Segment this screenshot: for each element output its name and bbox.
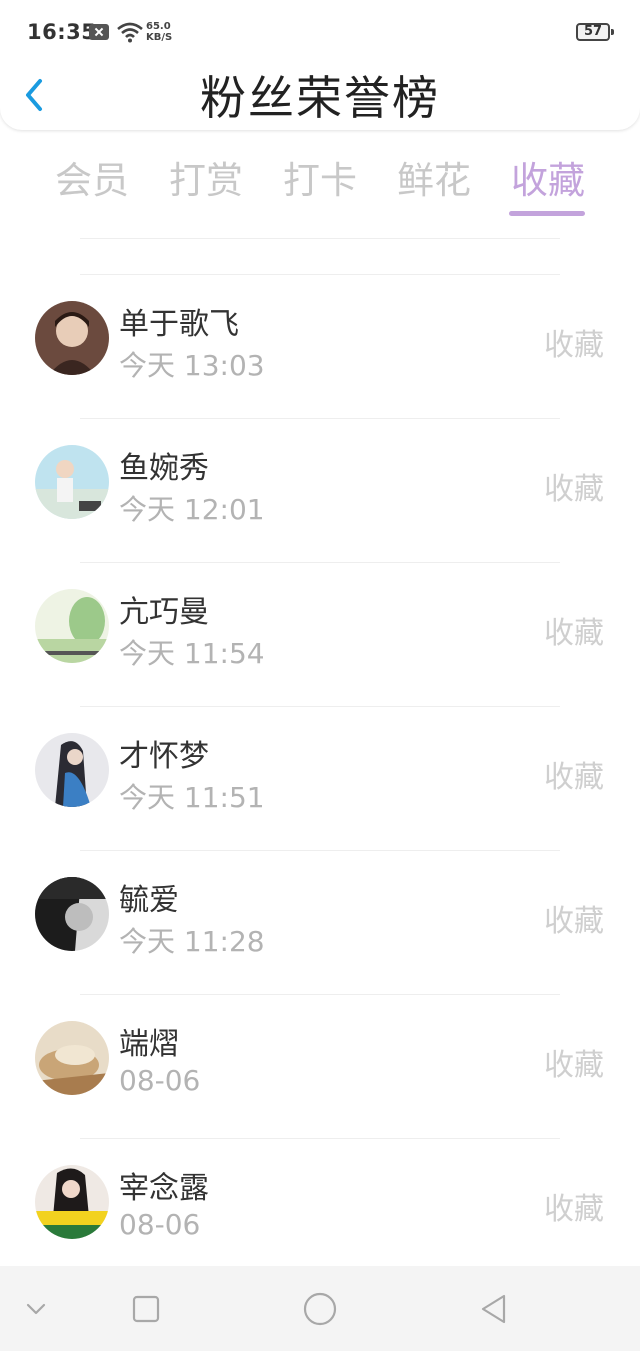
tab-checkin[interactable]: 打卡 — [263, 150, 377, 204]
status-bar: 16:35 65.0 KB/S 57 — [0, 0, 640, 62]
fan-time: 今天 11:51 — [119, 781, 265, 814]
avatar — [35, 1165, 109, 1239]
fan-time: 08-06 — [119, 1208, 201, 1241]
fan-name: 端熠 — [119, 1027, 179, 1062]
fan-action-label: 收藏 — [544, 472, 604, 507]
fan-time: 今天 12:01 — [119, 493, 265, 526]
avatar — [35, 301, 109, 375]
fan-time: 08-06 — [119, 1064, 201, 1097]
fan-name: 单于歌飞 — [119, 307, 239, 342]
status-time: 16:35 — [27, 20, 97, 44]
avatar — [35, 733, 109, 807]
tab-flowers[interactable]: 鲜花 — [377, 150, 491, 204]
list-item[interactable]: 毓爱 今天 11:28 收藏 — [0, 850, 640, 994]
list-item[interactable]: 单于歌飞 今天 13:03 收藏 — [0, 274, 640, 418]
list-item[interactable]: 端熠 08-06 收藏 — [0, 994, 640, 1138]
category-tabs: 会员 打赏 打卡 鲜花 收藏 — [35, 150, 605, 220]
square-icon[interactable] — [130, 1293, 162, 1325]
list-item[interactable]: 才怀梦 今天 11:51 收藏 — [0, 706, 640, 850]
fan-time: 今天 13:03 — [119, 349, 265, 382]
avatar — [35, 589, 109, 663]
list-item[interactable]: 鱼婉秀 今天 12:01 收藏 — [0, 418, 640, 562]
fan-action-label: 收藏 — [544, 1048, 604, 1083]
fan-time: 今天 11:28 — [119, 925, 265, 958]
system-nav-bar — [0, 1266, 640, 1351]
fan-name: 毓爱 — [119, 883, 179, 918]
fan-action-label: 收藏 — [544, 904, 604, 939]
avatar — [35, 877, 109, 951]
fan-name: 宰念露 — [119, 1171, 209, 1206]
battery-icon: 57 — [576, 23, 614, 41]
tab-tip[interactable]: 打赏 — [149, 150, 263, 204]
fan-action-label: 收藏 — [544, 616, 604, 651]
avatar — [35, 1021, 109, 1095]
fan-time: 今天 11:54 — [119, 637, 265, 670]
network-speed-value: 65.0 — [146, 21, 171, 32]
list-item[interactable]: 亢巧曼 今天 11:54 收藏 — [0, 562, 640, 706]
fan-name: 鱼婉秀 — [119, 451, 209, 486]
active-tab-indicator — [509, 211, 585, 216]
fan-name: 才怀梦 — [119, 739, 209, 774]
notification-x-icon — [89, 24, 109, 40]
wifi-icon — [117, 22, 143, 43]
list-item[interactable]: 宰念露 08-06 收藏 — [0, 1138, 640, 1282]
network-speed: 65.0 KB/S — [146, 21, 172, 43]
fan-name: 亢巧曼 — [119, 595, 209, 630]
fan-action-label: 收藏 — [544, 760, 604, 795]
triangle-back-icon[interactable] — [478, 1293, 510, 1325]
tab-membership[interactable]: 会员 — [35, 150, 149, 204]
fan-action-label: 收藏 — [544, 328, 604, 363]
circle-home-icon[interactable] — [302, 1291, 338, 1327]
avatar — [35, 445, 109, 519]
app-header: 16:35 65.0 KB/S 57 粉丝荣誉榜 — [0, 0, 640, 130]
chevron-down-icon[interactable] — [20, 1293, 52, 1325]
network-speed-unit: KB/S — [146, 32, 173, 43]
fan-action-label: 收藏 — [544, 1192, 604, 1227]
page-title: 粉丝荣誉榜 — [200, 71, 440, 125]
tab-favorites[interactable]: 收藏 — [491, 150, 605, 204]
divider — [80, 238, 560, 239]
